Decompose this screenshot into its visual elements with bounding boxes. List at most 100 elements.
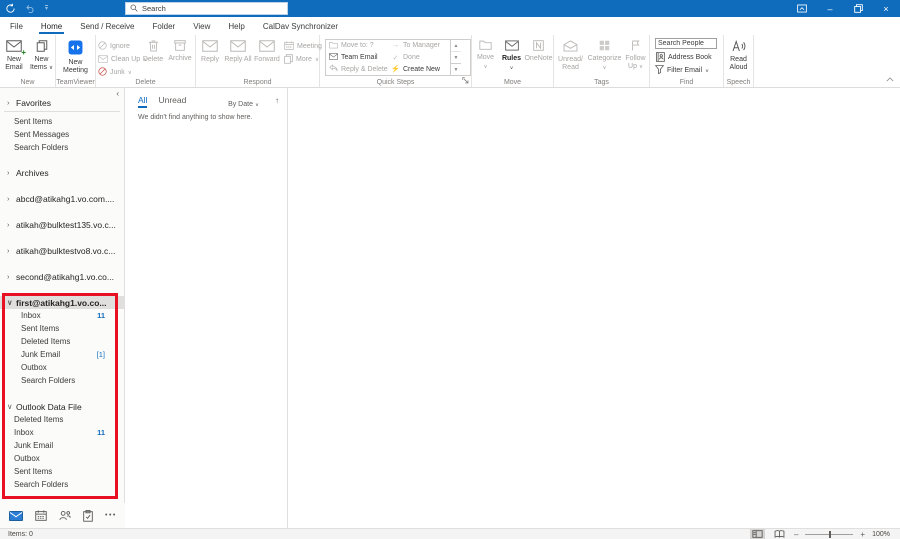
tab-folder[interactable]: Folder bbox=[151, 17, 178, 35]
folder-search-folders[interactable]: Search Folders bbox=[0, 478, 124, 491]
account-bulktestvo8[interactable]: › atikah@bulktestvo8.vo.c... bbox=[0, 244, 124, 257]
new-email-button[interactable]: + New Email bbox=[0, 38, 28, 77]
arrow-right-icon: → bbox=[391, 42, 400, 49]
rules-button[interactable]: Rules ∨ bbox=[499, 38, 525, 77]
dialog-launcher-icon[interactable] bbox=[462, 77, 469, 86]
forward-button[interactable]: Forward bbox=[252, 38, 282, 77]
sort-direction-icon[interactable]: ↑ bbox=[275, 96, 279, 108]
quickstep-done[interactable]: ✓ Done bbox=[388, 52, 450, 64]
archive-button[interactable]: Archive bbox=[166, 38, 194, 77]
folder-sent-items[interactable]: Sent Items bbox=[0, 322, 124, 335]
zoom-slider-thumb[interactable] bbox=[829, 531, 831, 538]
quickstep-create-new[interactable]: ⚡ Create New bbox=[388, 63, 450, 75]
onenote-button[interactable]: OneNote bbox=[525, 38, 553, 77]
group-label: Respond bbox=[196, 79, 319, 86]
folder-inbox[interactable]: Inbox 11 bbox=[0, 426, 124, 439]
collapse-ribbon-icon[interactable] bbox=[886, 75, 894, 84]
meeting-button[interactable]: Meeting bbox=[282, 40, 318, 53]
reply-button[interactable]: Reply bbox=[196, 38, 224, 77]
junk-button[interactable]: Junk ∨ bbox=[96, 66, 140, 79]
quickstep-move-to[interactable]: Move to: ? bbox=[326, 40, 388, 52]
collapse-folder-pane-icon[interactable]: ‹ bbox=[116, 89, 119, 98]
folder-inbox[interactable]: Inbox 11 bbox=[0, 309, 124, 322]
move-to-icon bbox=[329, 41, 338, 51]
account-first-selected[interactable]: ∨ first@atikahg1.vo.co... bbox=[0, 296, 124, 309]
folder-group-favorites[interactable]: › Favorites bbox=[0, 96, 124, 109]
sync-icon[interactable] bbox=[5, 3, 16, 14]
more-modules-icon[interactable]: ••• bbox=[105, 512, 117, 519]
gallery-scroll-down-button[interactable]: ▼ bbox=[451, 51, 461, 63]
restore-button[interactable] bbox=[844, 0, 872, 17]
folder-sent-items[interactable]: Sent Items bbox=[0, 465, 124, 478]
undo-icon[interactable] bbox=[25, 4, 36, 13]
quickstep-to-manager[interactable]: → To Manager bbox=[388, 40, 450, 52]
group-title: Archives bbox=[16, 168, 49, 178]
tab-help[interactable]: Help bbox=[226, 17, 246, 35]
quickstep-team-email[interactable]: Team Email bbox=[326, 52, 388, 64]
filter-email-button[interactable]: Filter Email ∨ bbox=[650, 64, 723, 77]
sort-by-date-button[interactable]: By Date ∨ bbox=[228, 101, 259, 108]
button-label: Address Book bbox=[668, 54, 712, 61]
clean-up-button[interactable]: Clean Up ∨ bbox=[96, 53, 140, 66]
folder-label: Sent Messages bbox=[14, 130, 69, 139]
unread-read-button[interactable]: Unread/ Read bbox=[555, 38, 587, 77]
tab-send-receive[interactable]: Send / Receive bbox=[78, 17, 136, 35]
reading-pane bbox=[289, 88, 900, 528]
folder-outbox[interactable]: Outbox bbox=[0, 452, 124, 465]
tab-caldav-synchronizer[interactable]: CalDav Synchronizer bbox=[261, 17, 340, 35]
close-button[interactable]: × bbox=[872, 0, 900, 17]
zoom-in-button[interactable]: + bbox=[860, 530, 865, 539]
folder-junk-email[interactable]: Junk Email [1] bbox=[0, 348, 124, 361]
zoom-out-button[interactable]: – bbox=[794, 530, 798, 539]
dropdown-arrow-icon: ∨ bbox=[639, 64, 643, 70]
tab-file[interactable]: File bbox=[8, 17, 25, 35]
search-bar[interactable] bbox=[125, 2, 288, 15]
account-second[interactable]: › second@atikahg1.vo.co... bbox=[0, 270, 124, 283]
move-button[interactable]: Move ∨ bbox=[473, 38, 499, 77]
tasks-module-icon[interactable] bbox=[83, 510, 93, 522]
search-people-box[interactable] bbox=[655, 38, 717, 49]
mail-module-icon[interactable] bbox=[9, 511, 23, 521]
folder-junk-email[interactable]: Junk Email bbox=[0, 439, 124, 452]
more-button[interactable]: More ∨ bbox=[282, 53, 318, 66]
group-label: TeamViewer bbox=[56, 79, 95, 86]
tab-all[interactable]: All bbox=[138, 95, 147, 108]
account-abcd[interactable]: › abcd@atikahg1.vo.com.... bbox=[0, 192, 124, 205]
tab-unread[interactable]: Unread bbox=[158, 95, 186, 108]
folder-deleted-items[interactable]: Deleted Items bbox=[0, 413, 124, 426]
folder-group-archives[interactable]: › Archives bbox=[0, 166, 124, 179]
account-outlook-data-file[interactable]: ∨ Outlook Data File bbox=[0, 400, 124, 413]
new-items-button[interactable]: New Items ∨ bbox=[28, 38, 55, 77]
gallery-scroll-up-button[interactable]: ▲ bbox=[451, 40, 461, 51]
folder-search-folders[interactable]: Search Folders bbox=[0, 141, 124, 154]
ignore-button[interactable]: Ignore bbox=[96, 40, 140, 53]
new-meeting-button[interactable]: New Meeting bbox=[58, 38, 94, 77]
delete-button[interactable]: Delete bbox=[140, 38, 166, 77]
reply-all-button[interactable]: Reply All bbox=[224, 38, 252, 77]
folder-search-folders[interactable]: Search Folders bbox=[0, 374, 124, 387]
folder-deleted-items[interactable]: Deleted Items bbox=[0, 335, 124, 348]
customize-toolbar-icon[interactable]: ▾ bbox=[45, 5, 48, 12]
search-input[interactable] bbox=[142, 4, 283, 13]
folder-outbox[interactable]: Outbox bbox=[0, 361, 124, 374]
tab-home[interactable]: Home bbox=[39, 17, 64, 35]
address-book-button[interactable]: Address Book bbox=[650, 51, 723, 64]
categorize-button[interactable]: Categorize ∨ bbox=[587, 38, 623, 77]
folder-sent-items[interactable]: Sent Items bbox=[0, 115, 124, 128]
people-module-icon[interactable] bbox=[59, 510, 71, 521]
quickstep-reply-delete[interactable]: Reply & Delete bbox=[326, 63, 388, 75]
ribbon-display-options-button[interactable] bbox=[788, 0, 816, 17]
read-aloud-button[interactable]: Read Aloud bbox=[725, 38, 753, 77]
gallery-more-button[interactable]: ▼ bbox=[451, 63, 461, 75]
search-people-input[interactable] bbox=[658, 40, 714, 47]
tab-view[interactable]: View bbox=[191, 17, 212, 35]
follow-up-button[interactable]: Follow Up ∨ bbox=[623, 38, 649, 77]
zoom-slider[interactable] bbox=[805, 534, 853, 535]
calendar-module-icon[interactable] bbox=[35, 510, 47, 521]
reading-view-button[interactable] bbox=[772, 529, 787, 539]
minimize-button[interactable]: – bbox=[816, 0, 844, 17]
folder-sent-messages[interactable]: Sent Messages bbox=[0, 128, 124, 141]
account-bulktest135[interactable]: › atikah@bulktest135.vo.c... bbox=[0, 218, 124, 231]
zoom-level[interactable]: 100% bbox=[872, 531, 890, 538]
normal-view-button[interactable] bbox=[750, 529, 765, 539]
